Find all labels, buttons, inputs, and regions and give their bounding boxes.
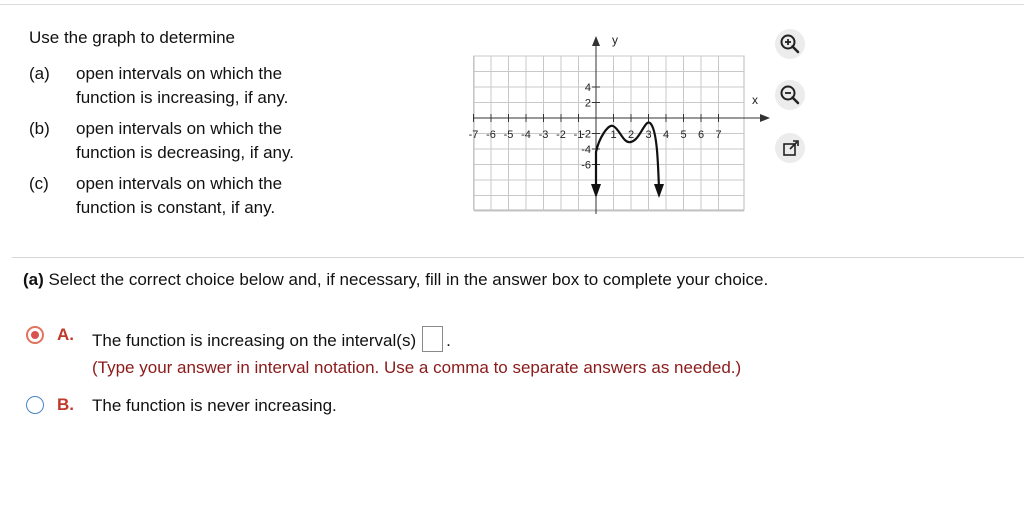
part-line-1: open intervals on which the [76,174,283,193]
x-tick-label: -7 [469,129,479,141]
y-tick-label: -4 [581,144,591,156]
x-tick-label: -4 [521,129,531,141]
popout-icon [783,140,799,156]
x-tick-label: -2 [556,129,566,141]
choice-a-text-wrap: The function is increasing on the interv… [92,326,451,352]
part-line-1: open intervals on which the [76,119,283,138]
x-axis-label: x [752,93,758,107]
instruction-label: (a) [23,270,44,289]
instruction: (a) Select the correct choice below and,… [23,270,768,290]
y-tick-label: -2 [581,129,591,141]
choice-a-text: The function is increasing on the interv… [92,331,417,350]
x-tick-label: 4 [663,129,669,141]
part-label: (b) [29,119,50,138]
x-tick-label: -3 [539,129,549,141]
x-tick-label: 2 [628,129,634,141]
top-divider [0,4,1024,5]
zoom-out-button[interactable] [775,80,805,110]
choice-a-letter: A. [57,325,74,344]
part-line-2: function is decreasing, if any. [76,143,294,162]
answer-input-box[interactable] [422,326,444,352]
zoom-in-button[interactable] [775,29,805,59]
x-tick-label: 3 [645,129,651,141]
x-tick-label: 5 [680,129,686,141]
answer-format-hint: (Type your answer in interval notation. … [92,358,742,377]
zoom-in-icon [780,34,800,54]
choice-b-radio[interactable] [26,396,44,414]
zoom-out-icon [780,85,800,105]
part-label: (a) [29,64,50,83]
question-intro: Use the graph to determine [29,28,236,47]
y-tick-label: -6 [581,160,591,172]
y-axis-label: y [612,33,618,47]
choice-a-radio[interactable] [26,326,44,344]
part-line-2: function is increasing, if any. [76,88,289,107]
part-line-2: function is constant, if any. [76,198,276,217]
x-tick-label: 1 [610,129,616,141]
part-line-1: open intervals on which the [76,64,283,83]
y-tick-label: 4 [585,82,591,94]
function-graph: -7 -6 -5 -4 -3 -2 -1 1 2 3 4 5 6 7 42-2-4-6 x y [469,33,770,214]
choice-b-text: The function is never increasing. [92,396,337,415]
section-divider [12,257,1024,258]
instruction-text: Select the correct choice below and, if … [48,270,769,289]
x-tick-label: 7 [715,129,721,141]
x-tick-label: -5 [504,129,514,141]
popout-button[interactable] [775,133,805,163]
choice-b-letter: B. [57,395,74,414]
x-tick-label: -6 [486,129,496,141]
x-tick-label: 6 [698,129,704,141]
part-label: (c) [29,174,49,193]
y-tick-label: 2 [585,98,591,110]
